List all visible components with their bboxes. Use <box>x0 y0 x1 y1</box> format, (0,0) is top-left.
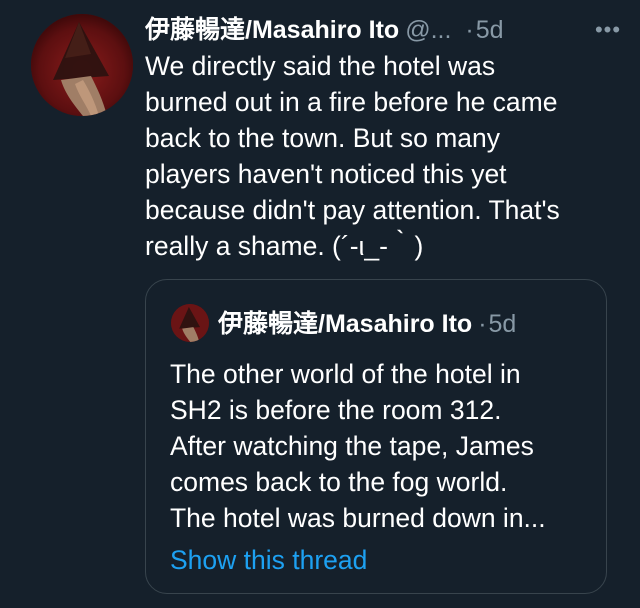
tweet-text-line: players haven't noticed this yet <box>145 159 507 189</box>
avatar[interactable] <box>31 14 133 116</box>
show-thread-link[interactable]: Show this thread <box>170 542 367 578</box>
tweet-header: 伊藤暢達/Masahiro Ito @... ·5d ••• <box>145 12 625 48</box>
quoted-tweet-timestamp[interactable]: 5d <box>489 310 517 338</box>
tweet-text-line: because didn't pay attention. That's <box>145 195 560 225</box>
tweet-timestamp[interactable]: 5d <box>476 16 504 44</box>
quoted-text-line: SH2 is before the room 312. <box>170 395 502 425</box>
tweet-text: We directly said the hotel was burned ou… <box>145 48 625 264</box>
tweet-text-line: We directly said the hotel was <box>145 51 496 81</box>
quoted-tweet-header: 伊藤暢達/Masahiro Ito ·5d <box>218 306 598 342</box>
quoted-text-line: After watching the tape, James <box>170 431 534 461</box>
pyramid-head-avatar-image <box>31 14 133 116</box>
author-handle[interactable]: @... <box>405 16 451 44</box>
quoted-avatar[interactable] <box>171 304 209 342</box>
tweet[interactable]: 伊藤暢達/Masahiro Ito @... ·5d ••• We directly… <box>0 0 640 608</box>
separator-dot: · <box>465 16 474 44</box>
tweet-text-line: burned out in a fire before he came <box>145 87 558 117</box>
quoted-author-display-name[interactable]: 伊藤暢達/Masahiro Ito <box>218 310 472 338</box>
more-options-icon[interactable]: ••• <box>591 12 625 48</box>
tweet-text-line: back to the town. But so many <box>145 123 500 153</box>
tweet-text-line: really a shame. (´-ι_-｀) <box>145 231 424 261</box>
quoted-text-line: The other world of the hotel in <box>170 359 521 389</box>
quoted-text-line: comes back to the fog world. <box>170 467 508 497</box>
quoted-tweet-text: The other world of the hotel in SH2 is b… <box>170 356 590 536</box>
quoted-tweet-card[interactable]: 伊藤暢達/Masahiro Ito ·5d The other world of … <box>145 279 607 594</box>
separator-dot: · <box>478 310 487 338</box>
quoted-text-line: The hotel was burned down in... <box>170 503 546 533</box>
pyramid-head-avatar-image <box>171 304 209 342</box>
author-display-name[interactable]: 伊藤暢達/Masahiro Ito <box>145 16 399 44</box>
